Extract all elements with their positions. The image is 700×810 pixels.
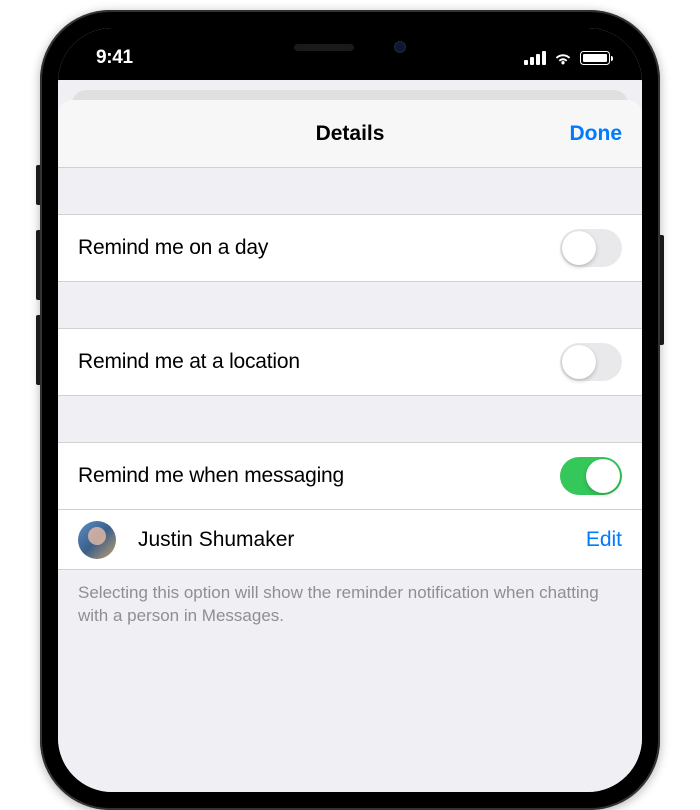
remind-day-row: Remind me on a day <box>58 214 642 282</box>
remind-location-label: Remind me at a location <box>78 350 300 374</box>
contact-name: Justin Shumaker <box>138 528 586 552</box>
remind-location-toggle[interactable] <box>560 343 622 381</box>
remind-messaging-row: Remind me when messaging <box>58 442 642 510</box>
volume-up-button <box>36 230 40 300</box>
power-button <box>660 235 664 345</box>
speaker-grille <box>294 44 354 51</box>
phone-frame: 9:41 Details Done <box>40 10 660 810</box>
volume-down-button <box>36 315 40 385</box>
contact-avatar <box>78 521 116 559</box>
content-area: Remind me on a day Remind me at a locati… <box>58 168 642 648</box>
screen: 9:41 Details Done <box>58 28 642 792</box>
signal-icon <box>524 51 546 65</box>
remind-messaging-toggle[interactable] <box>560 457 622 495</box>
mute-switch <box>36 165 40 205</box>
notch <box>220 28 480 66</box>
remind-location-row: Remind me at a location <box>58 328 642 396</box>
contact-row[interactable]: Justin Shumaker Edit <box>58 510 642 570</box>
front-camera <box>394 41 406 53</box>
battery-icon <box>580 51 610 65</box>
remind-day-label: Remind me on a day <box>78 236 268 260</box>
footer-description: Selecting this option will show the remi… <box>58 570 642 648</box>
navigation-bar: Details Done <box>58 100 642 168</box>
status-time: 9:41 <box>96 47 133 69</box>
remind-day-toggle[interactable] <box>560 229 622 267</box>
details-sheet: Details Done Remind me on a day Remind m… <box>58 100 642 792</box>
done-button[interactable]: Done <box>570 122 623 146</box>
remind-messaging-label: Remind me when messaging <box>78 464 344 488</box>
edit-button[interactable]: Edit <box>586 528 622 552</box>
wifi-icon <box>553 51 573 65</box>
status-icons <box>524 51 610 65</box>
page-title: Details <box>316 122 385 146</box>
